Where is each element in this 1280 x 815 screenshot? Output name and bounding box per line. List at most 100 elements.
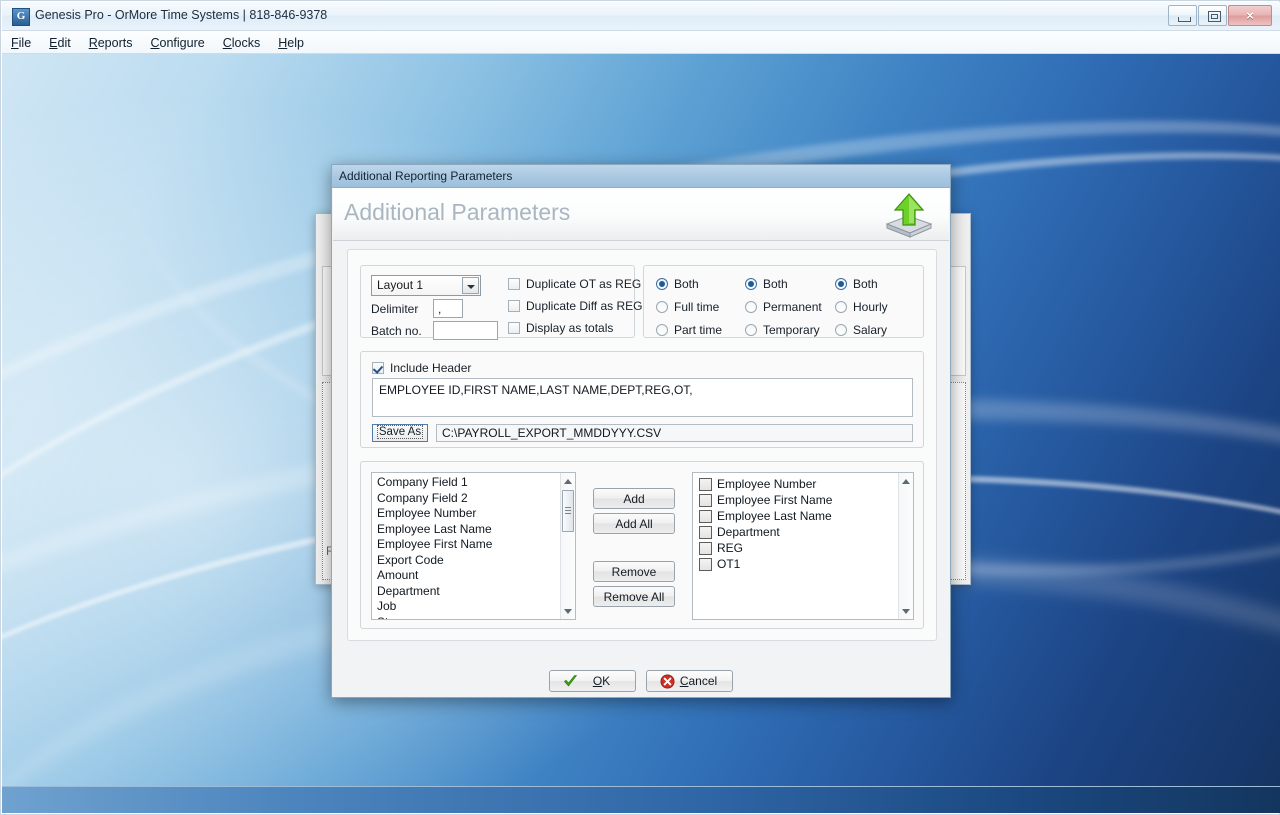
menu-label-reports-rest: eports xyxy=(97,36,133,50)
cancel-label-rest: ancel xyxy=(688,674,718,688)
list-item[interactable]: Department xyxy=(699,524,898,540)
menu-label-edit-rest: dit xyxy=(57,36,71,50)
list-item-label: OT1 xyxy=(717,557,741,571)
checkbox-duplicate-ot-as-reg[interactable]: Duplicate OT as REG xyxy=(508,275,641,293)
layout-select[interactable]: Layout 1 xyxy=(371,275,481,296)
menu-item-configure[interactable]: Configure xyxy=(141,33,213,53)
batch-no-input[interactable] xyxy=(433,321,498,340)
radio-time-part[interactable]: Part time xyxy=(656,321,722,339)
available-fields-listbox[interactable]: Company Field 1 Company Field 2 Employee… xyxy=(371,472,576,620)
checkbox-label: Duplicate OT as REG xyxy=(526,277,642,291)
list-item[interactable]: OT1 xyxy=(699,556,898,572)
additional-reporting-parameters-dialog: Additional Reporting Parameters Addition… xyxy=(331,164,951,698)
delimiter-label: Delimiter xyxy=(371,302,419,316)
dialog-titlebar: Additional Reporting Parameters xyxy=(332,165,950,188)
list-item[interactable]: Employee Last Name xyxy=(375,522,560,538)
checkbox-box-icon[interactable] xyxy=(699,494,712,507)
export-upload-icon xyxy=(885,193,933,238)
list-item[interactable]: Employee Last Name xyxy=(699,508,898,524)
remove-all-button[interactable]: Remove All xyxy=(593,586,675,607)
available-fields-items: Company Field 1 Company Field 2 Employee… xyxy=(372,473,560,619)
list-item[interactable]: REG xyxy=(699,540,898,556)
list-item[interactable]: Step xyxy=(375,615,560,620)
radio-label: Both xyxy=(853,277,878,291)
radio-employment-temporary[interactable]: Temporary xyxy=(745,321,820,339)
list-item[interactable]: Employee Number xyxy=(375,506,560,522)
maximize-button[interactable] xyxy=(1198,5,1227,26)
list-item-label: REG xyxy=(717,541,744,555)
checkbox-label: Duplicate Diff as REG xyxy=(526,299,643,313)
menu-item-help[interactable]: Help xyxy=(269,33,313,53)
radio-dot-icon xyxy=(745,278,757,290)
menu-item-edit[interactable]: Edit xyxy=(40,33,80,53)
menu-item-file[interactable]: File xyxy=(2,33,40,53)
radio-label: Salary xyxy=(853,323,888,337)
list-item[interactable]: Amount xyxy=(375,568,560,584)
checkbox-box-icon[interactable] xyxy=(699,542,712,555)
employee-filters-group: Both Full time Part time Both Permanent … xyxy=(643,265,924,338)
export-path-input[interactable]: C:\PAYROLL_EXPORT_MMDDYYY.CSV xyxy=(436,424,913,442)
selected-fields-listbox[interactable]: Employee Number Employee First Name Empl… xyxy=(692,472,914,620)
close-button[interactable]: × xyxy=(1228,5,1272,26)
scroll-up-arrow-icon[interactable] xyxy=(899,474,913,488)
scroll-up-arrow-icon[interactable] xyxy=(561,474,575,488)
list-item[interactable]: Employee First Name xyxy=(375,537,560,553)
window-titlebar: G Genesis Pro - OrMore Time Systems | 81… xyxy=(2,2,1280,31)
checkbox-box-icon xyxy=(508,278,520,290)
cancel-button[interactable]: Cancel xyxy=(646,670,733,692)
radio-employment-both[interactable]: Both xyxy=(745,275,788,293)
radio-pay-salary[interactable]: Salary xyxy=(835,321,887,339)
radio-pay-both[interactable]: Both xyxy=(835,275,878,293)
checkbox-box-icon xyxy=(508,322,520,334)
radio-label: Permanent xyxy=(763,300,822,314)
app-logo-icon: G xyxy=(12,8,30,26)
minimize-button[interactable] xyxy=(1168,5,1197,26)
list-item[interactable]: Department xyxy=(375,584,560,600)
scrollbar-thumb[interactable] xyxy=(562,490,574,532)
taskbar[interactable] xyxy=(2,786,1280,813)
checkbox-include-header[interactable]: Include Header xyxy=(372,359,471,377)
ok-button[interactable]: OK xyxy=(549,670,636,692)
list-item[interactable]: Export Code xyxy=(375,553,560,569)
radio-dot-icon xyxy=(656,324,668,336)
checkbox-box-icon[interactable] xyxy=(699,558,712,571)
checkbox-box-icon[interactable] xyxy=(699,510,712,523)
list-item[interactable]: Company Field 1 xyxy=(375,475,560,491)
menu-item-clocks[interactable]: Clocks xyxy=(214,33,270,53)
header-line-textarea[interactable]: EMPLOYEE ID,FIRST NAME,LAST NAME,DEPT,RE… xyxy=(372,378,913,417)
list-item-label: Employee Number xyxy=(717,477,817,491)
add-all-button[interactable]: Add All xyxy=(593,513,675,534)
radio-pay-hourly[interactable]: Hourly xyxy=(835,298,888,316)
checkbox-box-icon[interactable] xyxy=(699,526,712,539)
remove-button[interactable]: Remove xyxy=(593,561,675,582)
checkbox-display-as-totals[interactable]: Display as totals xyxy=(508,319,613,337)
chevron-down-icon[interactable] xyxy=(462,277,479,294)
list-item[interactable]: Job xyxy=(375,599,560,615)
radio-time-both[interactable]: Both xyxy=(656,275,699,293)
menu-item-reports[interactable]: Reports xyxy=(80,33,142,53)
layout-select-value: Layout 1 xyxy=(377,278,424,292)
radio-employment-permanent[interactable]: Permanent xyxy=(745,298,822,316)
save-as-label: Save As xyxy=(376,425,424,439)
checkbox-duplicate-diff-as-reg[interactable]: Duplicate Diff as REG xyxy=(508,297,643,315)
radio-label: Temporary xyxy=(763,323,820,337)
list-item[interactable]: Employee Number xyxy=(699,476,898,492)
radio-label: Both xyxy=(674,277,699,291)
checkbox-box-icon[interactable] xyxy=(699,478,712,491)
available-fields-scrollbar[interactable] xyxy=(560,473,575,619)
radio-time-full[interactable]: Full time xyxy=(656,298,719,316)
menu-label-file-rest: ile xyxy=(18,36,32,50)
window-title: Genesis Pro - OrMore Time Systems | 818-… xyxy=(35,8,328,22)
list-item[interactable]: Employee First Name xyxy=(699,492,898,508)
delimiter-input[interactable]: , xyxy=(433,299,463,318)
save-as-button[interactable]: Save As xyxy=(372,424,428,442)
radio-label: Both xyxy=(763,277,788,291)
list-item-label: Employee Last Name xyxy=(717,509,832,523)
scroll-down-arrow-icon[interactable] xyxy=(561,604,575,618)
selected-fields-scrollbar[interactable] xyxy=(898,473,913,619)
list-item[interactable]: Company Field 2 xyxy=(375,491,560,507)
add-button[interactable]: Add xyxy=(593,488,675,509)
checkbox-label: Display as totals xyxy=(526,321,614,335)
dialog-heading: Additional Parameters xyxy=(344,199,571,225)
scroll-down-arrow-icon[interactable] xyxy=(899,604,913,618)
